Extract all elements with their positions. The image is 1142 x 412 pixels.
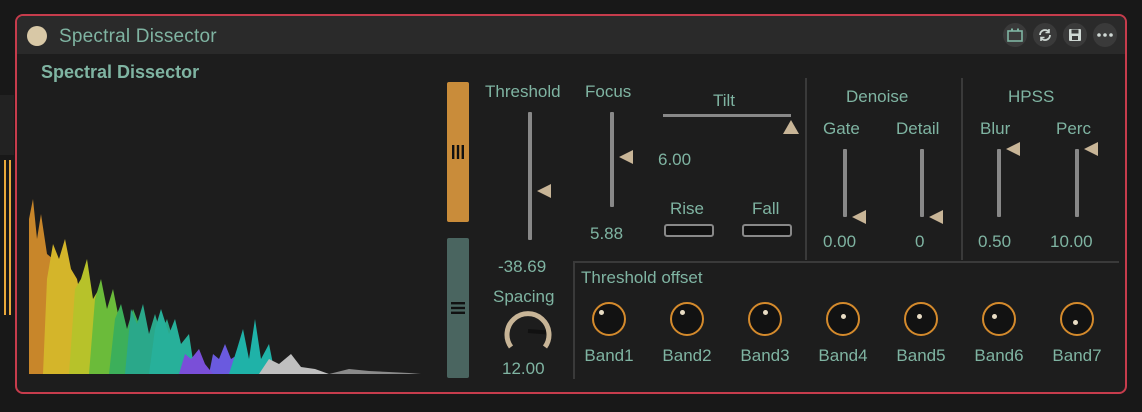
tilt-slider[interactable] — [663, 114, 791, 117]
band1-knob[interactable] — [592, 302, 626, 336]
band7-knob[interactable] — [1060, 302, 1094, 336]
tilt-label: Tilt — [713, 91, 736, 110]
band7-label: Band7 — [1052, 346, 1102, 365]
focus-slider[interactable] — [610, 112, 614, 207]
level-meter — [4, 160, 12, 315]
detail-slider-handle[interactable] — [929, 210, 943, 224]
focus-value: 5.88 — [590, 224, 624, 243]
band1-label: Band1 — [584, 346, 634, 365]
detail-slider[interactable] — [920, 149, 924, 217]
spacing-value: 12.00 — [502, 359, 545, 378]
threshold-slider-handle[interactable] — [537, 184, 551, 199]
spectrum-title: Spectral Dissector — [41, 62, 200, 82]
more-icon[interactable] — [1093, 23, 1117, 47]
section-divider — [573, 261, 1119, 263]
blur-label: Blur — [980, 119, 1011, 138]
save-icon[interactable] — [1063, 23, 1087, 47]
threshold-label: Threshold — [485, 82, 561, 101]
band6-knob[interactable] — [982, 302, 1016, 336]
blur-slider[interactable] — [997, 149, 1001, 217]
denoise-section-title: Denoise — [846, 87, 909, 106]
band2-knob[interactable] — [670, 302, 704, 336]
perc-value: 10.00 — [1050, 232, 1093, 251]
level-meter-right — [9, 160, 11, 315]
focus-slider-handle[interactable] — [619, 149, 633, 164]
midi-map-icon[interactable] — [1003, 23, 1027, 47]
perc-label: Perc — [1056, 119, 1091, 138]
band4-knob[interactable] — [826, 302, 860, 336]
spectrum-display — [29, 199, 421, 374]
section-divider — [805, 78, 807, 260]
device-power-toggle[interactable] — [27, 26, 47, 46]
band6-label: Band6 — [974, 346, 1024, 365]
band4-label: Band4 — [818, 346, 868, 365]
device-title: Spectral Dissector — [59, 26, 217, 47]
perc-slider-handle[interactable] — [1084, 142, 1098, 156]
band3-knob[interactable] — [748, 302, 782, 336]
threshold-offset-title: Threshold offset — [581, 268, 703, 287]
gate-slider[interactable] — [843, 149, 847, 217]
grip-icon — [452, 145, 464, 159]
focus-label: Focus — [585, 82, 632, 101]
rise-slider[interactable] — [664, 224, 714, 237]
perc-slider[interactable] — [1075, 149, 1079, 217]
grip-icon — [451, 302, 465, 314]
section-divider — [961, 78, 963, 260]
blur-value: 0.50 — [978, 232, 1012, 251]
band2-label: Band2 — [662, 346, 712, 365]
hpss-section-title: HPSS — [1008, 87, 1055, 106]
track-strip — [0, 95, 14, 155]
detail-value: 0 — [915, 232, 925, 251]
fall-slider[interactable] — [742, 224, 792, 237]
level-meter-left — [4, 160, 6, 315]
rise-label: Rise — [670, 199, 705, 218]
view-toggle-top[interactable] — [447, 82, 469, 222]
band5-label: Band5 — [896, 346, 946, 365]
detail-label: Detail — [896, 119, 940, 138]
device-title-bar[interactable]: Spectral Dissector — [17, 16, 1125, 54]
refresh-icon[interactable] — [1033, 23, 1057, 47]
tilt-slider-handle[interactable] — [783, 120, 799, 134]
threshold-value: -38.69 — [498, 257, 547, 276]
gate-slider-handle[interactable] — [852, 210, 866, 224]
blur-slider-handle[interactable] — [1006, 142, 1020, 156]
device-panel: Spectral Dissector Spectral Dissector Th… — [15, 14, 1127, 394]
fall-label: Fall — [752, 199, 780, 218]
gate-label: Gate — [823, 119, 860, 138]
device-body: Spectral Dissector Threshold -38.69 Focu… — [21, 54, 1121, 388]
spacing-knob[interactable] — [501, 304, 555, 358]
view-toggle-bottom[interactable] — [447, 238, 469, 378]
band5-knob[interactable] — [904, 302, 938, 336]
gate-value: 0.00 — [823, 232, 857, 251]
tilt-value: 6.00 — [658, 150, 692, 169]
band3-label: Band3 — [740, 346, 790, 365]
threshold-slider[interactable] — [528, 112, 532, 240]
